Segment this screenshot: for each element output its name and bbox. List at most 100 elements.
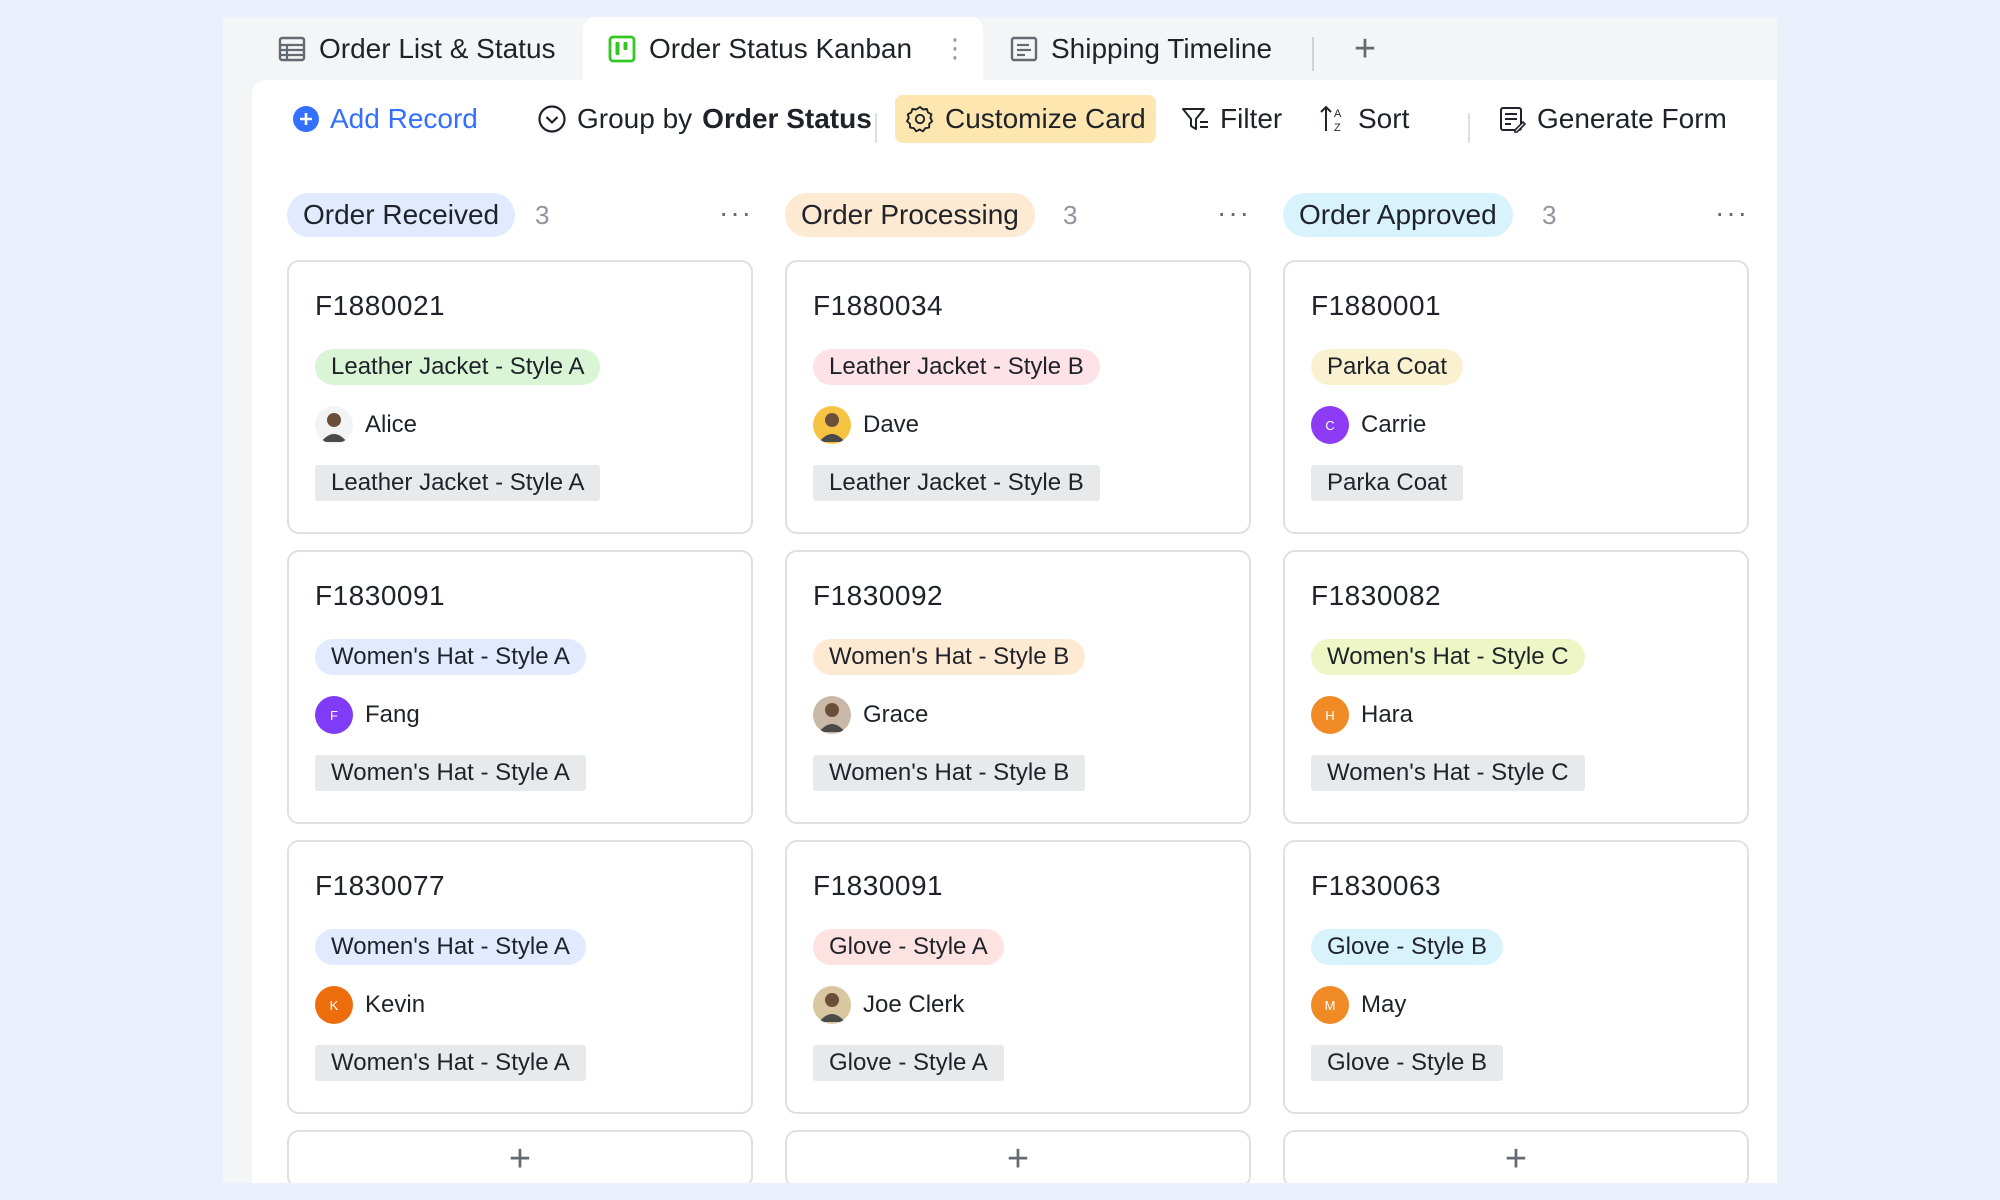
assignee: Dave: [813, 405, 919, 445]
assignee: H Hara: [1311, 695, 1413, 735]
timeline-icon: [1010, 36, 1038, 61]
order-id: F1830091: [813, 870, 944, 901]
more-vertical-icon[interactable]: ⋮: [942, 33, 968, 64]
product-field: Women's Hat - Style A: [315, 755, 586, 791]
tab-order-status-kanban[interactable]: Order Status Kanban ⋮: [583, 17, 983, 80]
photo-avatar: [813, 406, 851, 444]
assignee: Alice: [315, 405, 417, 445]
assignee: M May: [1311, 985, 1406, 1025]
order-id: F1830077: [315, 870, 446, 901]
kanban-card[interactable]: F1880021 Leather Jacket - Style A Alice Lea…: [287, 260, 753, 534]
tab-label: Shipping Timeline: [1051, 32, 1273, 64]
assignee-name: Alice: [365, 411, 418, 438]
tab-order-list[interactable]: Order List & Status: [277, 17, 556, 80]
photo-avatar: [315, 406, 353, 444]
kanban-card[interactable]: F1830091 Glove - Style A Joe Clerk Glove - …: [785, 840, 1251, 1114]
plus-circle-icon: [293, 106, 319, 132]
kanban-card[interactable]: F1830082 Women's Hat - Style C H Hara Women'…: [1283, 550, 1749, 824]
product-tag: Parka Coat: [1311, 349, 1464, 385]
kanban-card[interactable]: F1880001 Parka Coat C Carrie Parka Coat: [1283, 260, 1749, 534]
toolbar: Add Record Group by Order Status Customi…: [252, 80, 1777, 166]
tab-divider: [1312, 37, 1314, 71]
add-card-button[interactable]: +: [1283, 1130, 1749, 1183]
order-id: F1830063: [1311, 870, 1442, 901]
assignee: Grace: [813, 695, 928, 735]
kanban-panel: Add Record Group by Order Status Customi…: [252, 80, 1777, 1183]
product-tag: Women's Hat - Style C: [1311, 639, 1585, 675]
assignee: Joe Clerk: [813, 985, 964, 1025]
order-id: F1880021: [315, 290, 446, 321]
product-field: Women's Hat - Style A: [315, 1045, 586, 1081]
product-tag: Women's Hat - Style B: [813, 639, 1086, 675]
assignee-name: Carrie: [1361, 411, 1427, 438]
more-horizontal-icon[interactable]: ···: [1217, 197, 1251, 229]
kanban-card[interactable]: F1830063 Glove - Style B M May Glove - Style…: [1283, 840, 1749, 1114]
sort-label: Sort: [1358, 103, 1410, 134]
product-field: Parka Coat: [1311, 465, 1464, 501]
svg-text:A: A: [1334, 108, 1342, 120]
product-tag: Women's Hat - Style A: [315, 929, 586, 965]
kanban-card[interactable]: F1830091 Women's Hat - Style A F Fang Women'…: [287, 550, 753, 824]
group-by-button[interactable]: Group by Order Status: [537, 95, 872, 143]
group-by-field: Order Status: [702, 103, 872, 134]
assignee-name: Kevin: [365, 991, 426, 1018]
kanban-card[interactable]: F1830092 Women's Hat - Style B Grace Women'…: [785, 550, 1251, 824]
order-id: F1880001: [1311, 290, 1442, 321]
product-tag: Glove - Style A: [813, 929, 1004, 965]
add-card-button[interactable]: +: [785, 1130, 1251, 1183]
letter-avatar: K: [315, 986, 353, 1024]
sort-icon: A Z: [1320, 105, 1342, 134]
tab-label: Order List & Status: [319, 32, 556, 64]
add-card-button[interactable]: +: [287, 1130, 753, 1183]
order-id: F1830082: [1311, 580, 1442, 611]
assignee-name: Hara: [1361, 701, 1414, 728]
order-id: F1880034: [813, 290, 944, 321]
kanban-card[interactable]: F1830077 Women's Hat - Style A K Kevin Women…: [287, 840, 753, 1114]
assignee-name: Fang: [365, 701, 420, 728]
tab-label: Order Status Kanban: [649, 32, 913, 64]
product-tag: Glove - Style B: [1311, 929, 1504, 965]
column-header: Order Received 3 ···: [287, 193, 753, 237]
sort-button[interactable]: A Z Sort: [1318, 95, 1409, 143]
toolbar-divider: [1468, 113, 1470, 143]
form-icon: [1500, 107, 1527, 133]
filter-label: Filter: [1220, 103, 1283, 134]
filter-button[interactable]: Filter: [1180, 95, 1282, 143]
kanban-icon: [608, 35, 636, 62]
column-title[interactable]: Order Approved: [1283, 193, 1513, 237]
customize-card-label: Customize Card: [945, 103, 1146, 134]
order-id: F1830091: [315, 580, 446, 611]
letter-avatar: C: [1311, 406, 1349, 444]
product-field: Women's Hat - Style B: [813, 755, 1086, 791]
order-id: F1830092: [813, 580, 944, 611]
assignee-name: Grace: [863, 701, 929, 728]
gear-icon: [906, 106, 934, 133]
generate-form-button[interactable]: Generate Form: [1497, 95, 1727, 143]
product-field: Women's Hat - Style C: [1311, 755, 1585, 791]
column-title[interactable]: Order Received: [287, 193, 516, 237]
filter-icon: [1182, 108, 1208, 130]
column-title[interactable]: Order Processing: [785, 193, 1035, 237]
chevron-circle-icon: [538, 105, 566, 133]
add-record-label: Add Record: [330, 103, 478, 134]
table-icon: [278, 36, 306, 61]
tab-shipping-timeline[interactable]: Shipping Timeline: [1009, 17, 1272, 80]
customize-card-button[interactable]: Customize Card: [895, 95, 1156, 143]
letter-avatar: M: [1311, 986, 1349, 1024]
product-field: Leather Jacket - Style A: [315, 465, 601, 501]
column-header: Order Processing 3 ···: [785, 193, 1251, 237]
assignee: C Carrie: [1311, 405, 1426, 445]
add-record-button[interactable]: Add Record: [292, 95, 478, 143]
view-tab-bar: Order List & Status Order Status Kanban …: [223, 17, 1777, 80]
more-horizontal-icon[interactable]: ···: [1715, 197, 1749, 229]
letter-avatar: F: [315, 696, 353, 734]
add-view-button[interactable]: +: [1343, 27, 1387, 71]
more-horizontal-icon[interactable]: ···: [719, 197, 753, 229]
assignee: F Fang: [315, 695, 420, 735]
assignee: K Kevin: [315, 985, 425, 1025]
photo-avatar: [813, 696, 851, 734]
kanban-card[interactable]: F1880034 Leather Jacket - Style B Dave Leat…: [785, 260, 1251, 534]
column-count: 3: [1542, 200, 1557, 230]
assignee-name: May: [1361, 991, 1407, 1018]
assignee-name: Dave: [863, 411, 920, 438]
